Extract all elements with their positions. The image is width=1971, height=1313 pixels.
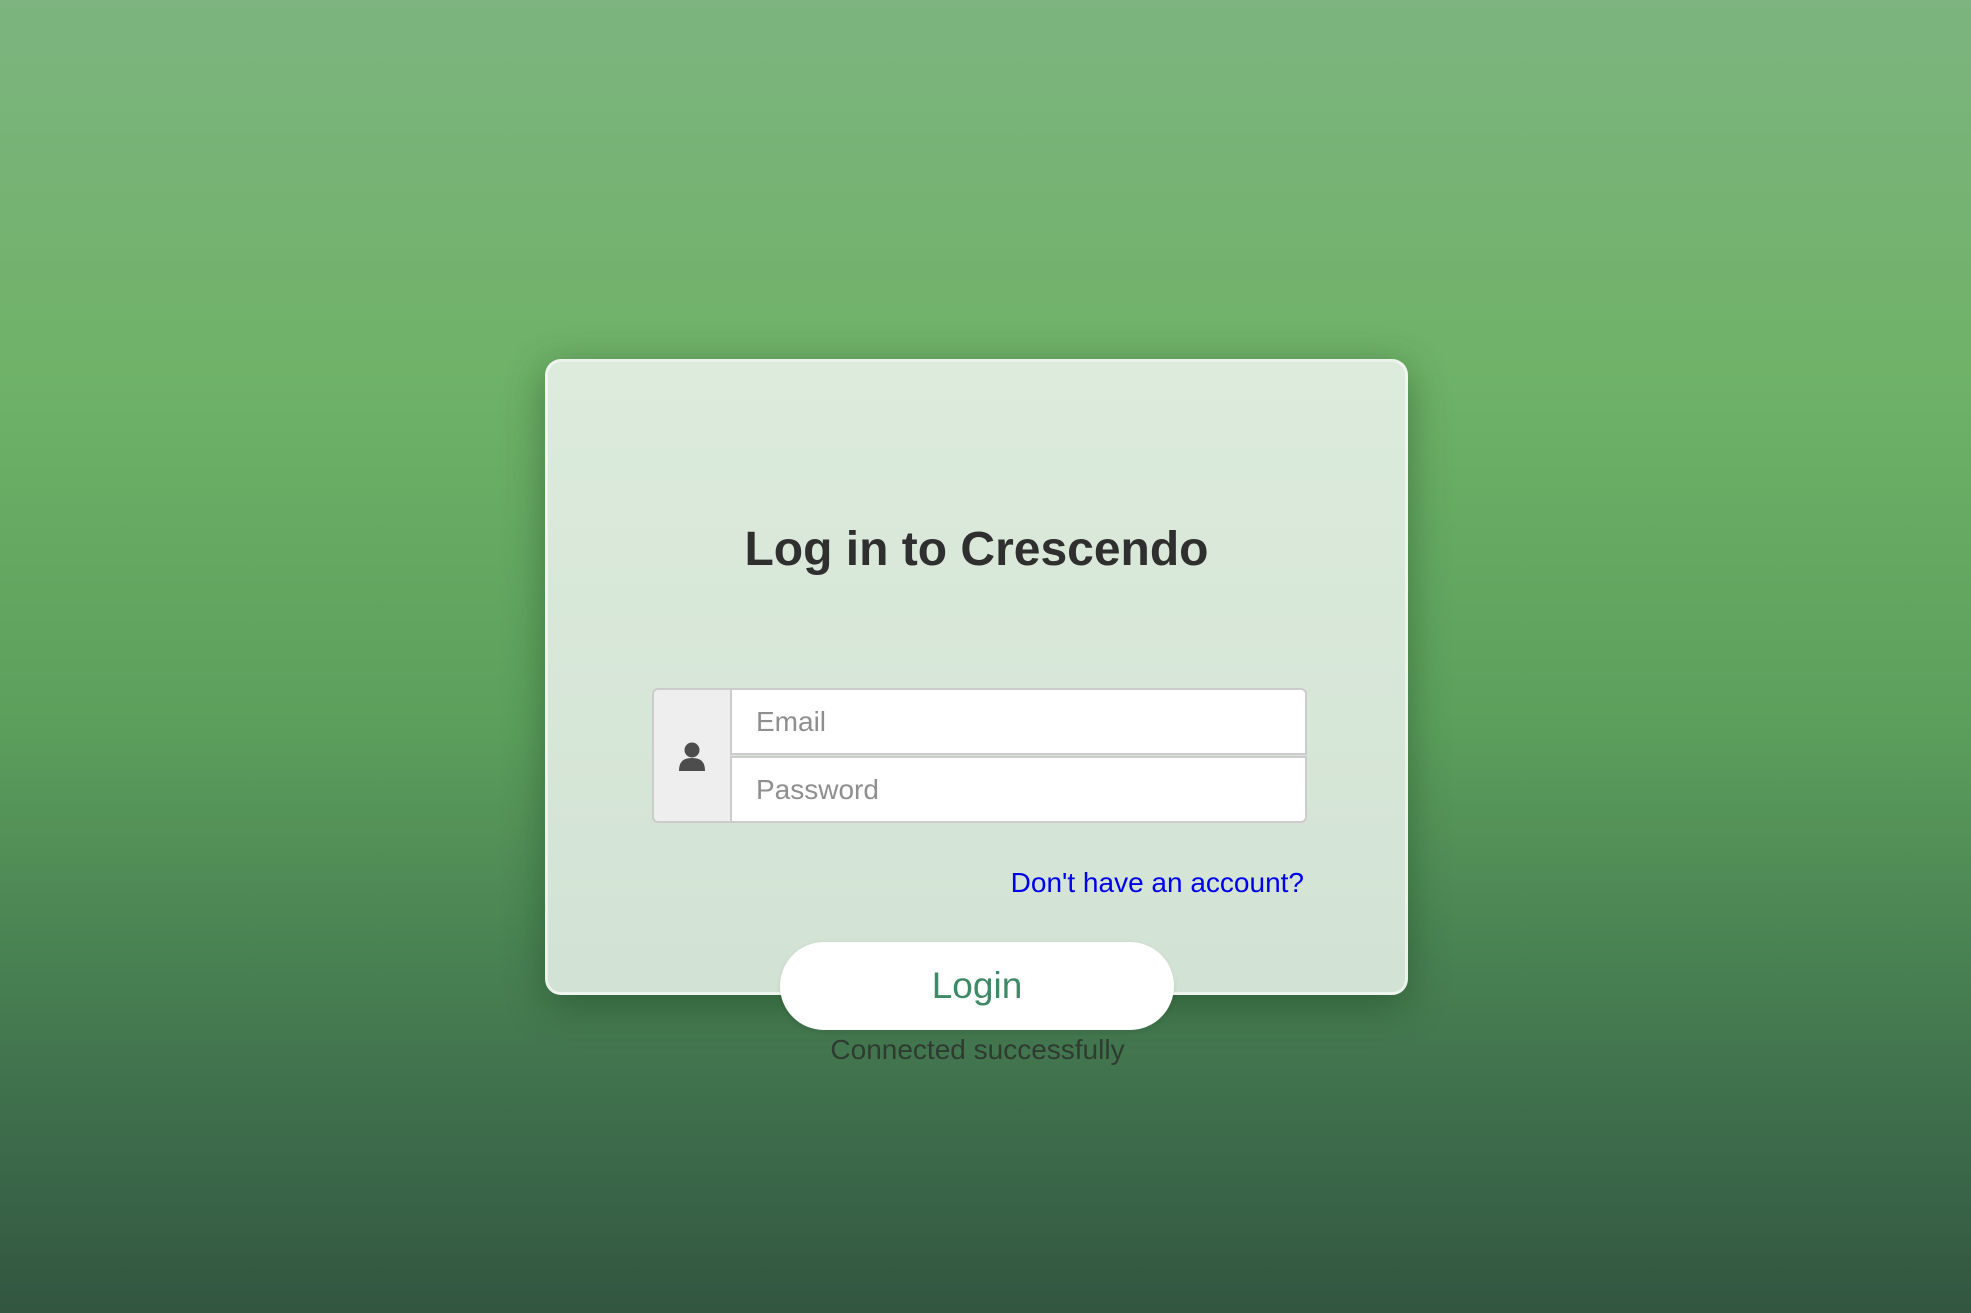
login-card: Log in to Crescendo Don't have an accoun… <box>545 359 1408 995</box>
status-message: Connected successfully <box>830 1034 1125 1065</box>
signup-link[interactable]: Don't have an account? <box>1011 867 1304 899</box>
input-addon <box>652 688 730 823</box>
password-field[interactable] <box>730 756 1307 823</box>
user-icon <box>678 741 706 771</box>
login-button[interactable]: Login <box>780 942 1174 1030</box>
page-title: Log in to Crescendo <box>744 523 1209 576</box>
email-field[interactable] <box>730 688 1307 755</box>
credentials-input-group <box>652 688 1307 823</box>
